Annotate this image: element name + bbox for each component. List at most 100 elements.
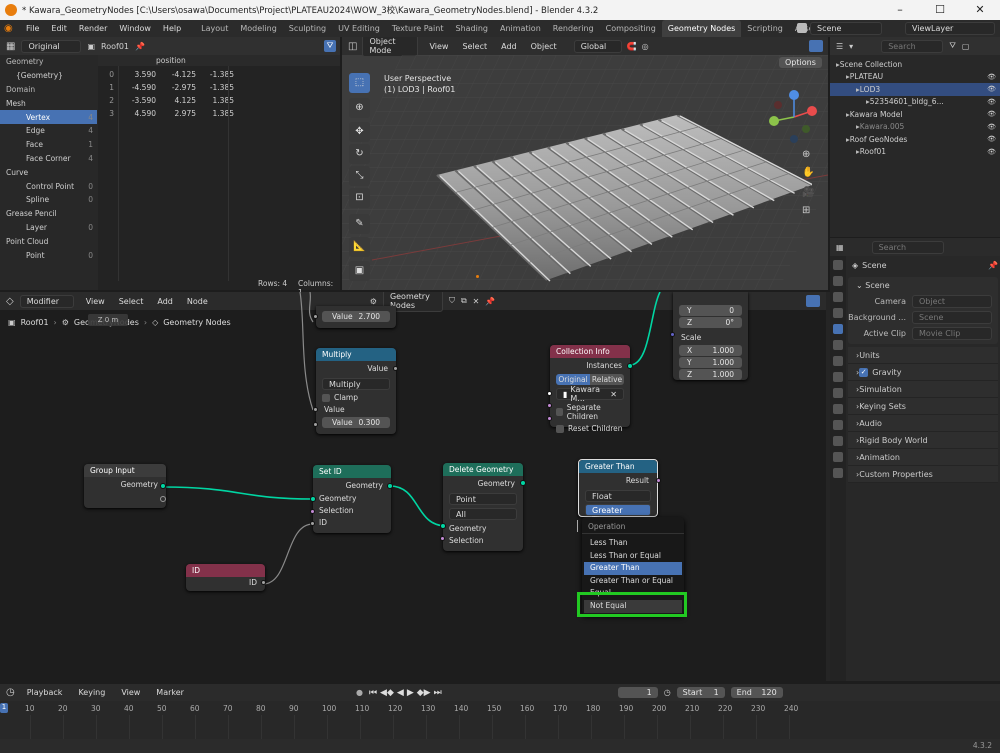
play-reverse-icon[interactable]: ◀ <box>397 688 404 698</box>
delete-geometry-output-socket[interactable] <box>520 480 526 486</box>
workspace-tab-compositing[interactable]: Compositing <box>600 20 662 37</box>
multiply-node[interactable]: Multiply Value Multiply Clamp Value Valu… <box>313 348 398 434</box>
multiply-node-header[interactable]: Multiply <box>316 348 396 361</box>
delete-selection-socket[interactable] <box>440 536 445 541</box>
properties-pin-icon[interactable]: 📌 <box>988 261 998 270</box>
outliner-search[interactable]: Search <box>881 39 944 53</box>
move-tool-icon[interactable]: ✥ <box>349 122 370 142</box>
rot-y-field[interactable]: 0 <box>729 305 734 316</box>
data-tab-icon[interactable] <box>833 452 843 462</box>
panel-custom-properties[interactable]: › Custom Properties <box>848 466 998 483</box>
outliner-item[interactable]: ▸ Scene Collection <box>830 58 1000 71</box>
visibility-eye-icon[interactable]: 👁 <box>987 110 996 118</box>
domain-item[interactable]: Edge 4 <box>0 124 97 138</box>
navigation-gizmo[interactable] <box>766 87 822 147</box>
add-cube-tool-icon[interactable]: ▣ <box>349 261 370 281</box>
workspace-tab-rendering[interactable]: Rendering <box>547 20 600 37</box>
camera-field[interactable]: Object <box>912 294 992 308</box>
outliner-item[interactable]: ▸ Kawara Model 👁 <box>830 108 1000 121</box>
group-input-geometry-socket[interactable] <box>160 483 166 489</box>
visibility-eye-icon[interactable]: 👁 <box>987 73 996 81</box>
value-node-fragment[interactable]: Value 2.700 <box>313 306 396 328</box>
start-frame-field[interactable]: Start 1 <box>676 687 725 698</box>
annotate-tool-icon[interactable]: ✎ <box>349 214 370 234</box>
spreadsheet-mode[interactable]: Original <box>21 39 82 53</box>
domain-item[interactable]: Spline 0 <box>0 193 97 207</box>
rotate-tool-icon[interactable]: ↻ <box>349 144 370 164</box>
domain-item[interactable]: Domain <box>0 83 97 97</box>
workspace-tab-animation[interactable]: Animation <box>494 20 547 37</box>
node-editor[interactable]: ◇ Modifier View Select Add Node ⚙ Geometry … <box>0 292 828 681</box>
outliner-item[interactable]: ▸ Kawara.005 👁 <box>830 121 1000 134</box>
domain-item[interactable]: Point 0 <box>0 248 97 262</box>
id-node[interactable]: ID ID <box>186 564 266 591</box>
editor-type-icon[interactable]: ▦ <box>6 41 15 52</box>
playhead-marker[interactable]: 1 <box>0 703 8 713</box>
workspace-tab-shading[interactable]: Shading <box>449 20 494 37</box>
panel-rigid-body-world[interactable]: › Rigid Body World <box>848 432 998 449</box>
maximize-button[interactable]: ☐ <box>920 0 960 20</box>
panel-gravity[interactable]: › ✓ Gravity <box>848 364 998 381</box>
set-id-geometry-socket[interactable] <box>310 496 316 502</box>
separate-input-socket[interactable] <box>547 403 552 408</box>
transform-node-fragment[interactable]: Y 0 Z 0° Scale X 1.000 Y 1.000 Z 1.000 <box>670 292 748 380</box>
domain-item[interactable]: Geometry <box>0 55 97 69</box>
viewport-menu-view[interactable]: View <box>423 42 454 51</box>
multiply-output-socket[interactable] <box>393 366 398 371</box>
select-box-tool-icon[interactable]: ⬚ <box>349 73 370 93</box>
timeline-menu-playback[interactable]: Playback <box>21 688 69 697</box>
outliner-filter-icon[interactable]: ⛛ <box>949 41 956 51</box>
scene-tab-icon[interactable] <box>833 324 843 334</box>
render-tab-icon[interactable] <box>833 276 843 286</box>
interaction-mode[interactable]: Object Mode <box>362 37 419 57</box>
transform-tool-icon[interactable]: ⊡ <box>349 188 370 208</box>
pin-icon[interactable]: 📌 <box>135 42 145 51</box>
domain-item[interactable]: Face 1 <box>0 138 97 152</box>
timeline-editor-icon[interactable]: ◷ <box>6 687 15 698</box>
modifier-tab-icon[interactable] <box>833 388 843 398</box>
delete-geometry-input-socket[interactable] <box>440 523 446 529</box>
domain-item[interactable]: Control Point 0 <box>0 179 97 193</box>
greater-than-node[interactable]: Greater Than Result Float Greater Than <box>578 459 661 524</box>
value-input-socket[interactable] <box>313 314 318 319</box>
filter-icon[interactable]: ⛛ <box>324 40 336 52</box>
view-layer-tab-icon[interactable] <box>833 308 843 318</box>
delete-domain-select[interactable]: Point <box>449 493 517 505</box>
active-clip-field[interactable]: Movie Clip <box>912 326 992 340</box>
collection-field[interactable]: Kawara M... <box>570 385 607 403</box>
camera-view-icon[interactable]: 🎥 <box>802 187 814 198</box>
gravity-checkbox[interactable]: ✓ <box>859 367 869 377</box>
set-id-node[interactable]: Set ID Geometry Geometry Selection ID <box>310 465 393 533</box>
zoom-icon[interactable]: ⊕ <box>802 149 810 160</box>
blender-menu-icon[interactable]: ◉ <box>4 23 20 34</box>
collection-info-node[interactable]: Collection Info Instances Original Relat… <box>547 345 633 433</box>
set-id-output-socket[interactable] <box>387 483 393 489</box>
group-input-node[interactable]: Group Input Geometry <box>84 464 166 508</box>
group-input-header[interactable]: Group Input <box>84 464 166 477</box>
menu-help[interactable]: Help <box>157 24 187 33</box>
delete-geometry-header[interactable]: Delete Geometry <box>443 463 523 476</box>
compare-type-select[interactable]: Float <box>585 490 651 502</box>
rot-z-field[interactable]: 0° <box>725 317 734 328</box>
top-value-field[interactable]: 2.700 <box>359 311 380 322</box>
domain-item[interactable]: {Geometry} <box>0 69 97 83</box>
outliner-item[interactable]: ▸ LOD3 👁 <box>830 83 1000 96</box>
separate-children-checkbox[interactable] <box>556 408 563 416</box>
editor-divider[interactable] <box>826 292 830 681</box>
object-tab-icon[interactable] <box>833 372 843 382</box>
viewport-menu-add[interactable]: Add <box>495 42 523 51</box>
viewport-options-button[interactable]: Options <box>779 57 822 68</box>
jump-end-icon[interactable]: ⏭ <box>434 688 442 698</box>
multiply-operation-select[interactable]: Multiply <box>322 378 390 390</box>
physics-tab-icon[interactable] <box>833 420 843 430</box>
viewport-editor-icon[interactable]: ◫ <box>348 41 357 52</box>
snap-icon[interactable]: 🧲 <box>627 42 637 51</box>
domain-item[interactable]: Grease Pencil <box>0 207 97 221</box>
panel-scene[interactable]: ⌄ Scene <box>848 277 998 294</box>
operation-item-greater-than-or-equal[interactable]: Greater Than or Equal <box>584 575 682 588</box>
world-tab-icon[interactable] <box>833 340 843 350</box>
panel-keying-sets[interactable]: › Keying Sets <box>848 398 998 415</box>
delete-geometry-node[interactable]: Delete Geometry Geometry Point All Geome… <box>440 463 526 551</box>
outliner-item[interactable]: ▸ 52354601_bldg_6... 👁 <box>830 96 1000 109</box>
visibility-eye-icon[interactable]: 👁 <box>987 135 996 143</box>
